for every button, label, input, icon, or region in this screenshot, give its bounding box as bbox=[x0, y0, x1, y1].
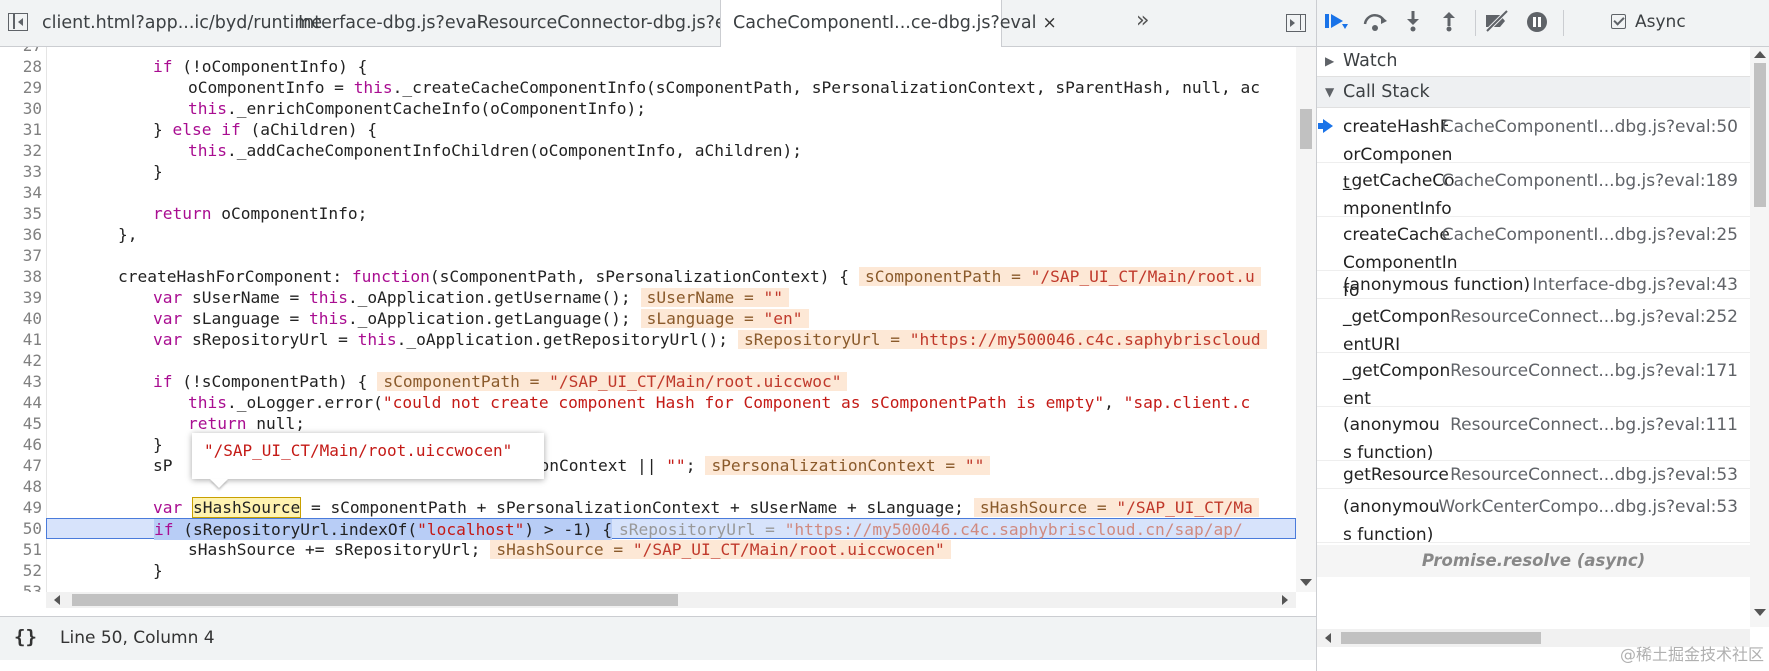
call-frame[interactable]: (anonymous function) ResourceConnect...b… bbox=[1317, 407, 1750, 463]
line-number-label: 53 bbox=[22, 582, 42, 592]
resume-icon[interactable] bbox=[1323, 10, 1351, 36]
tab-close-icon[interactable]: × bbox=[1042, 0, 1056, 46]
debugger-sidebar: Async ▶ Watch ▼ Call Stack createHashFor… bbox=[1316, 0, 1769, 671]
code-line[interactable]: createHashForComponent: function(sCompon… bbox=[0, 266, 1296, 287]
scroll-left-icon[interactable] bbox=[54, 595, 60, 605]
sidebar-vertical-scrollbar[interactable] bbox=[1750, 47, 1769, 627]
call-frame[interactable]: _getComponent ResourceConnect...bg.js?ev… bbox=[1317, 353, 1750, 409]
inline-value: sUserName = "" bbox=[640, 288, 790, 307]
inline-value: sPersonalizationContext = "" bbox=[705, 456, 991, 475]
pause-on-exceptions-icon[interactable] bbox=[1523, 10, 1551, 36]
code-line[interactable]: var sRepositoryUrl = this._oApplication.… bbox=[0, 329, 1296, 350]
inline-value: sHashSource = "/SAP_UI_CT/Ma bbox=[973, 498, 1259, 517]
scrollbar-thumb[interactable] bbox=[1754, 63, 1766, 207]
async-checkbox[interactable] bbox=[1611, 14, 1626, 29]
toolbar-divider bbox=[1475, 10, 1476, 36]
line-number[interactable]: 53 bbox=[0, 581, 1296, 592]
inline-value: sRepositoryUrl = "https://my500046.c4c.s… bbox=[738, 330, 1267, 349]
expand-arrow-icon: ▶ bbox=[1325, 54, 1335, 68]
inline-value: sHashSource = "/SAP_UI_CT/Main/root.uicc… bbox=[490, 540, 951, 559]
code-line[interactable]: return null; bbox=[0, 413, 1296, 434]
more-tabs-icon[interactable]: » bbox=[1136, 8, 1149, 33]
call-frame[interactable]: _getCacheComponentInfo CacheComponentI..… bbox=[1317, 163, 1750, 219]
line-number[interactable]: 48 bbox=[0, 476, 1296, 497]
watermark-text: @稀土掘金技术社区 bbox=[1619, 645, 1764, 664]
collapse-arrow-icon: ▼ bbox=[1325, 85, 1335, 99]
line-number[interactable]: 27 bbox=[0, 47, 1296, 56]
line-number-label: 34 bbox=[22, 183, 42, 202]
code-line[interactable]: var sLanguage = this._oApplication.getLa… bbox=[0, 308, 1296, 329]
step-over-icon[interactable] bbox=[1361, 10, 1389, 36]
code-editor[interactable]: 2728293031323334353637383940414243444546… bbox=[0, 47, 1296, 592]
call-frame[interactable]: (anonymous function) Interface-dbg.js?ev… bbox=[1317, 271, 1750, 299]
popover-arrow bbox=[210, 479, 228, 488]
tab-client-html[interactable]: client.html?app...ic/byd/runtime bbox=[30, 0, 322, 46]
step-into-icon[interactable] bbox=[1399, 10, 1427, 36]
line-number-label: 37 bbox=[22, 246, 42, 265]
call-frame[interactable]: _getComponentURI ResourceConnect...bg.js… bbox=[1317, 299, 1750, 355]
navigator-toggle-icon[interactable] bbox=[8, 13, 28, 31]
code-line[interactable]: } bbox=[0, 161, 1296, 182]
scroll-right-icon[interactable] bbox=[1282, 595, 1288, 605]
scrollbar-thumb[interactable] bbox=[1341, 632, 1541, 644]
code-line[interactable]: } bbox=[0, 560, 1296, 581]
call-frame[interactable]: createHashForComponent CacheComponentI..… bbox=[1317, 109, 1750, 193]
scroll-left-icon[interactable] bbox=[1325, 633, 1331, 643]
code-line[interactable]: sHashSource += sRepositoryUrl; sHashSourc… bbox=[0, 539, 1296, 560]
editor-horizontal-scrollbar[interactable] bbox=[46, 592, 1296, 608]
code-line[interactable]: this._addCacheComponentInfoChildren(oCom… bbox=[0, 140, 1296, 161]
inline-value: sComponentPath = "/SAP_UI_CT/Main/root.u… bbox=[377, 372, 848, 391]
line-number-label: 42 bbox=[22, 351, 42, 370]
deactivate-breakpoints-icon[interactable] bbox=[1483, 9, 1511, 36]
line-number-label: 50 bbox=[22, 519, 42, 538]
line-number-label: 48 bbox=[22, 477, 42, 496]
code-line[interactable]: if (!oComponentInfo) { bbox=[0, 56, 1296, 77]
pretty-print-button[interactable]: {} bbox=[14, 626, 37, 648]
editor-vertical-scrollbar[interactable] bbox=[1296, 47, 1316, 592]
tab-cachecomponent-dbg[interactable]: CacheComponentI...ce-dbg.js?eval × bbox=[720, 0, 1057, 47]
current-frame-arrow-icon bbox=[1318, 119, 1333, 133]
scrollbar-thumb[interactable] bbox=[1300, 109, 1312, 149]
code-line[interactable]: oComponentInfo = this._createCacheCompon… bbox=[0, 77, 1296, 98]
call-frame[interactable]: (anonymous function) WorkCenterCompo...d… bbox=[1317, 489, 1750, 545]
variable-value-popover: "/SAP_UI_CT/Main/root.uiccwocen" bbox=[192, 433, 544, 479]
tab-interface-dbg[interactable]: Interface-dbg.js?eval bbox=[286, 0, 482, 46]
cursor-position: Line 50, Column 4 bbox=[60, 628, 215, 648]
line-number[interactable]: 37 bbox=[0, 245, 1296, 266]
editor-status-bar: {} Line 50, Column 4 bbox=[0, 616, 1316, 660]
code-line[interactable]: this._enrichComponentCacheInfo(oComponen… bbox=[0, 98, 1296, 119]
code-line[interactable]: if (!sComponentPath) {sComponentPath = "… bbox=[0, 371, 1296, 392]
debugger-pane-toggle-icon[interactable] bbox=[1286, 14, 1306, 32]
sources-panel: client.html?app...ic/byd/runtime Interfa… bbox=[0, 0, 1316, 671]
call-frame[interactable]: createCacheComponentInfo CacheComponentI… bbox=[1317, 217, 1750, 301]
debugger-toolbar: Async bbox=[1317, 0, 1769, 47]
code-line[interactable]: var sUserName = this._oApplication.getUs… bbox=[0, 287, 1296, 308]
current-execution-line[interactable]: if (sRepositoryUrl.indexOf("localhost") … bbox=[46, 518, 1296, 540]
code-line[interactable]: }, bbox=[0, 224, 1296, 245]
step-out-icon[interactable] bbox=[1435, 10, 1463, 36]
scroll-down-icon[interactable] bbox=[1300, 579, 1312, 586]
code-line[interactable]: var sHashSource = sComponentPath + sPers… bbox=[0, 497, 1296, 518]
scroll-up-icon[interactable] bbox=[1754, 51, 1766, 58]
code-line[interactable]: return oComponentInfo; bbox=[0, 203, 1296, 224]
code-line[interactable]: } else if (aChildren) { bbox=[0, 119, 1296, 140]
async-label: Async bbox=[1635, 12, 1686, 32]
scroll-down-icon[interactable] bbox=[1754, 609, 1766, 616]
line-number[interactable]: 34 bbox=[0, 182, 1296, 203]
callstack-section-header[interactable]: ▼ Call Stack bbox=[1317, 77, 1750, 108]
line-number[interactable]: 42 bbox=[0, 350, 1296, 371]
call-stack-list: createHashForComponent CacheComponentI..… bbox=[1317, 109, 1750, 629]
toolbar-divider bbox=[1563, 10, 1564, 36]
code-line[interactable]: this._oLogger.error("could not create co… bbox=[0, 392, 1296, 413]
line-number-label: 27 bbox=[0, 47, 42, 56]
inline-value: sLanguage = "en" bbox=[640, 309, 809, 328]
hovered-variable[interactable]: sHashSource bbox=[192, 497, 302, 518]
scrollbar-thumb[interactable] bbox=[72, 594, 678, 606]
inline-value: sComponentPath = "/SAP_UI_CT/Main/root.u bbox=[858, 267, 1261, 286]
tab-resourceconnector-dbg[interactable]: ResourceConnector-dbg.js?eval bbox=[465, 0, 752, 46]
watch-section-header[interactable]: ▶ Watch bbox=[1317, 46, 1750, 77]
call-frame[interactable]: getResource ResourceConnect...dbg.js?eva… bbox=[1317, 461, 1750, 489]
async-separator: Promise.resolve (async) bbox=[1317, 545, 1750, 577]
editor-tab-bar: client.html?app...ic/byd/runtime Interfa… bbox=[0, 0, 1316, 47]
